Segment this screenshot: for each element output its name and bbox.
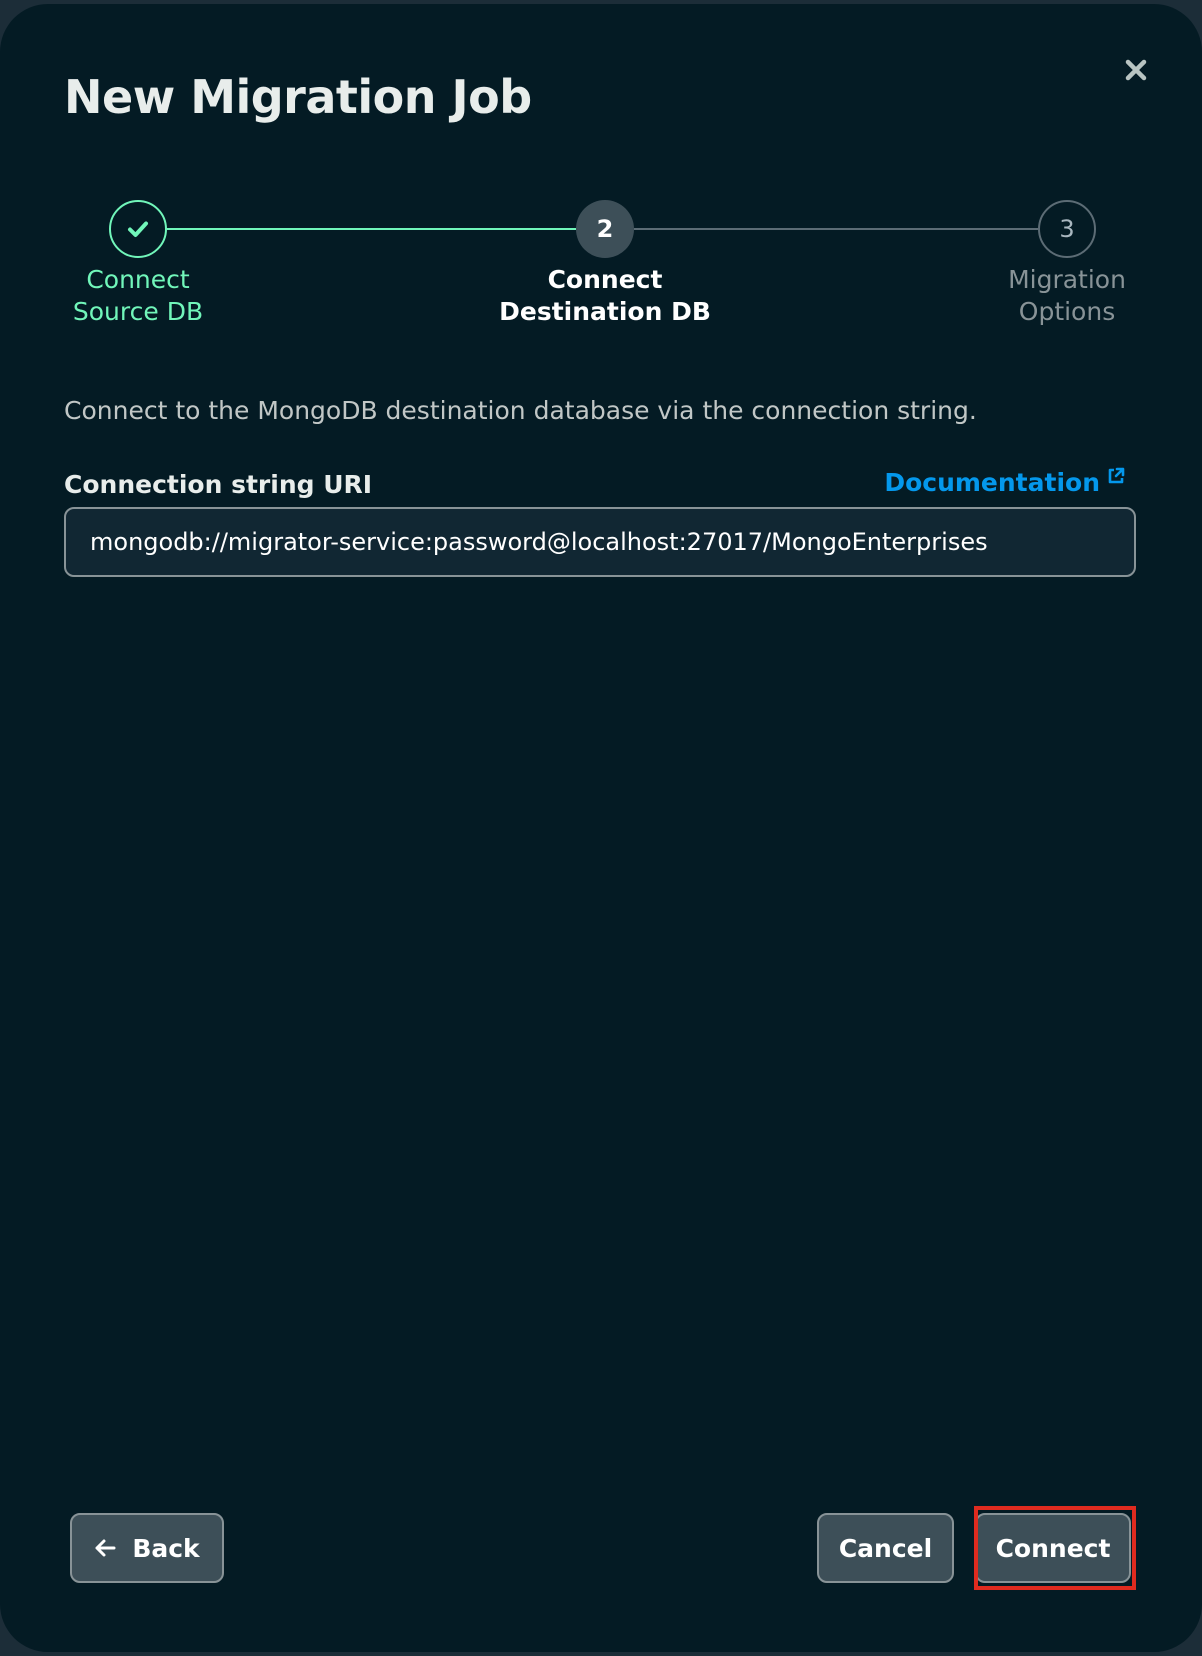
migration-job-dialog: New Migration Job 2 3 Connect Source DB … <box>0 4 1202 1652</box>
step-1-indicator <box>109 200 167 258</box>
connection-string-label: Connection string URI <box>64 470 373 499</box>
stepper-connector-completed <box>167 228 576 230</box>
step-2-indicator: 2 <box>576 200 634 258</box>
back-button[interactable]: Back <box>70 1513 224 1583</box>
documentation-link[interactable]: Documentation <box>884 467 1126 497</box>
external-link-icon <box>1108 467 1125 484</box>
step-1-label: Connect Source DB <box>72 265 204 326</box>
stepper-connector-pending <box>634 228 1038 230</box>
connect-button-highlight <box>974 1506 1136 1590</box>
connection-string-input[interactable] <box>64 507 1136 577</box>
close-icon[interactable] <box>1118 52 1154 88</box>
step-2-label: Connect Destination DB <box>499 265 711 326</box>
step-3-label: Migration Options <box>1008 265 1126 326</box>
cancel-button[interactable]: Cancel <box>817 1513 954 1583</box>
check-icon <box>128 221 148 237</box>
arrow-left-icon <box>95 1539 116 1557</box>
dialog-title: New Migration Job <box>64 70 532 124</box>
step-3-indicator: 3 <box>1038 200 1096 258</box>
form-description: Connect to the MongoDB destination datab… <box>64 396 977 425</box>
